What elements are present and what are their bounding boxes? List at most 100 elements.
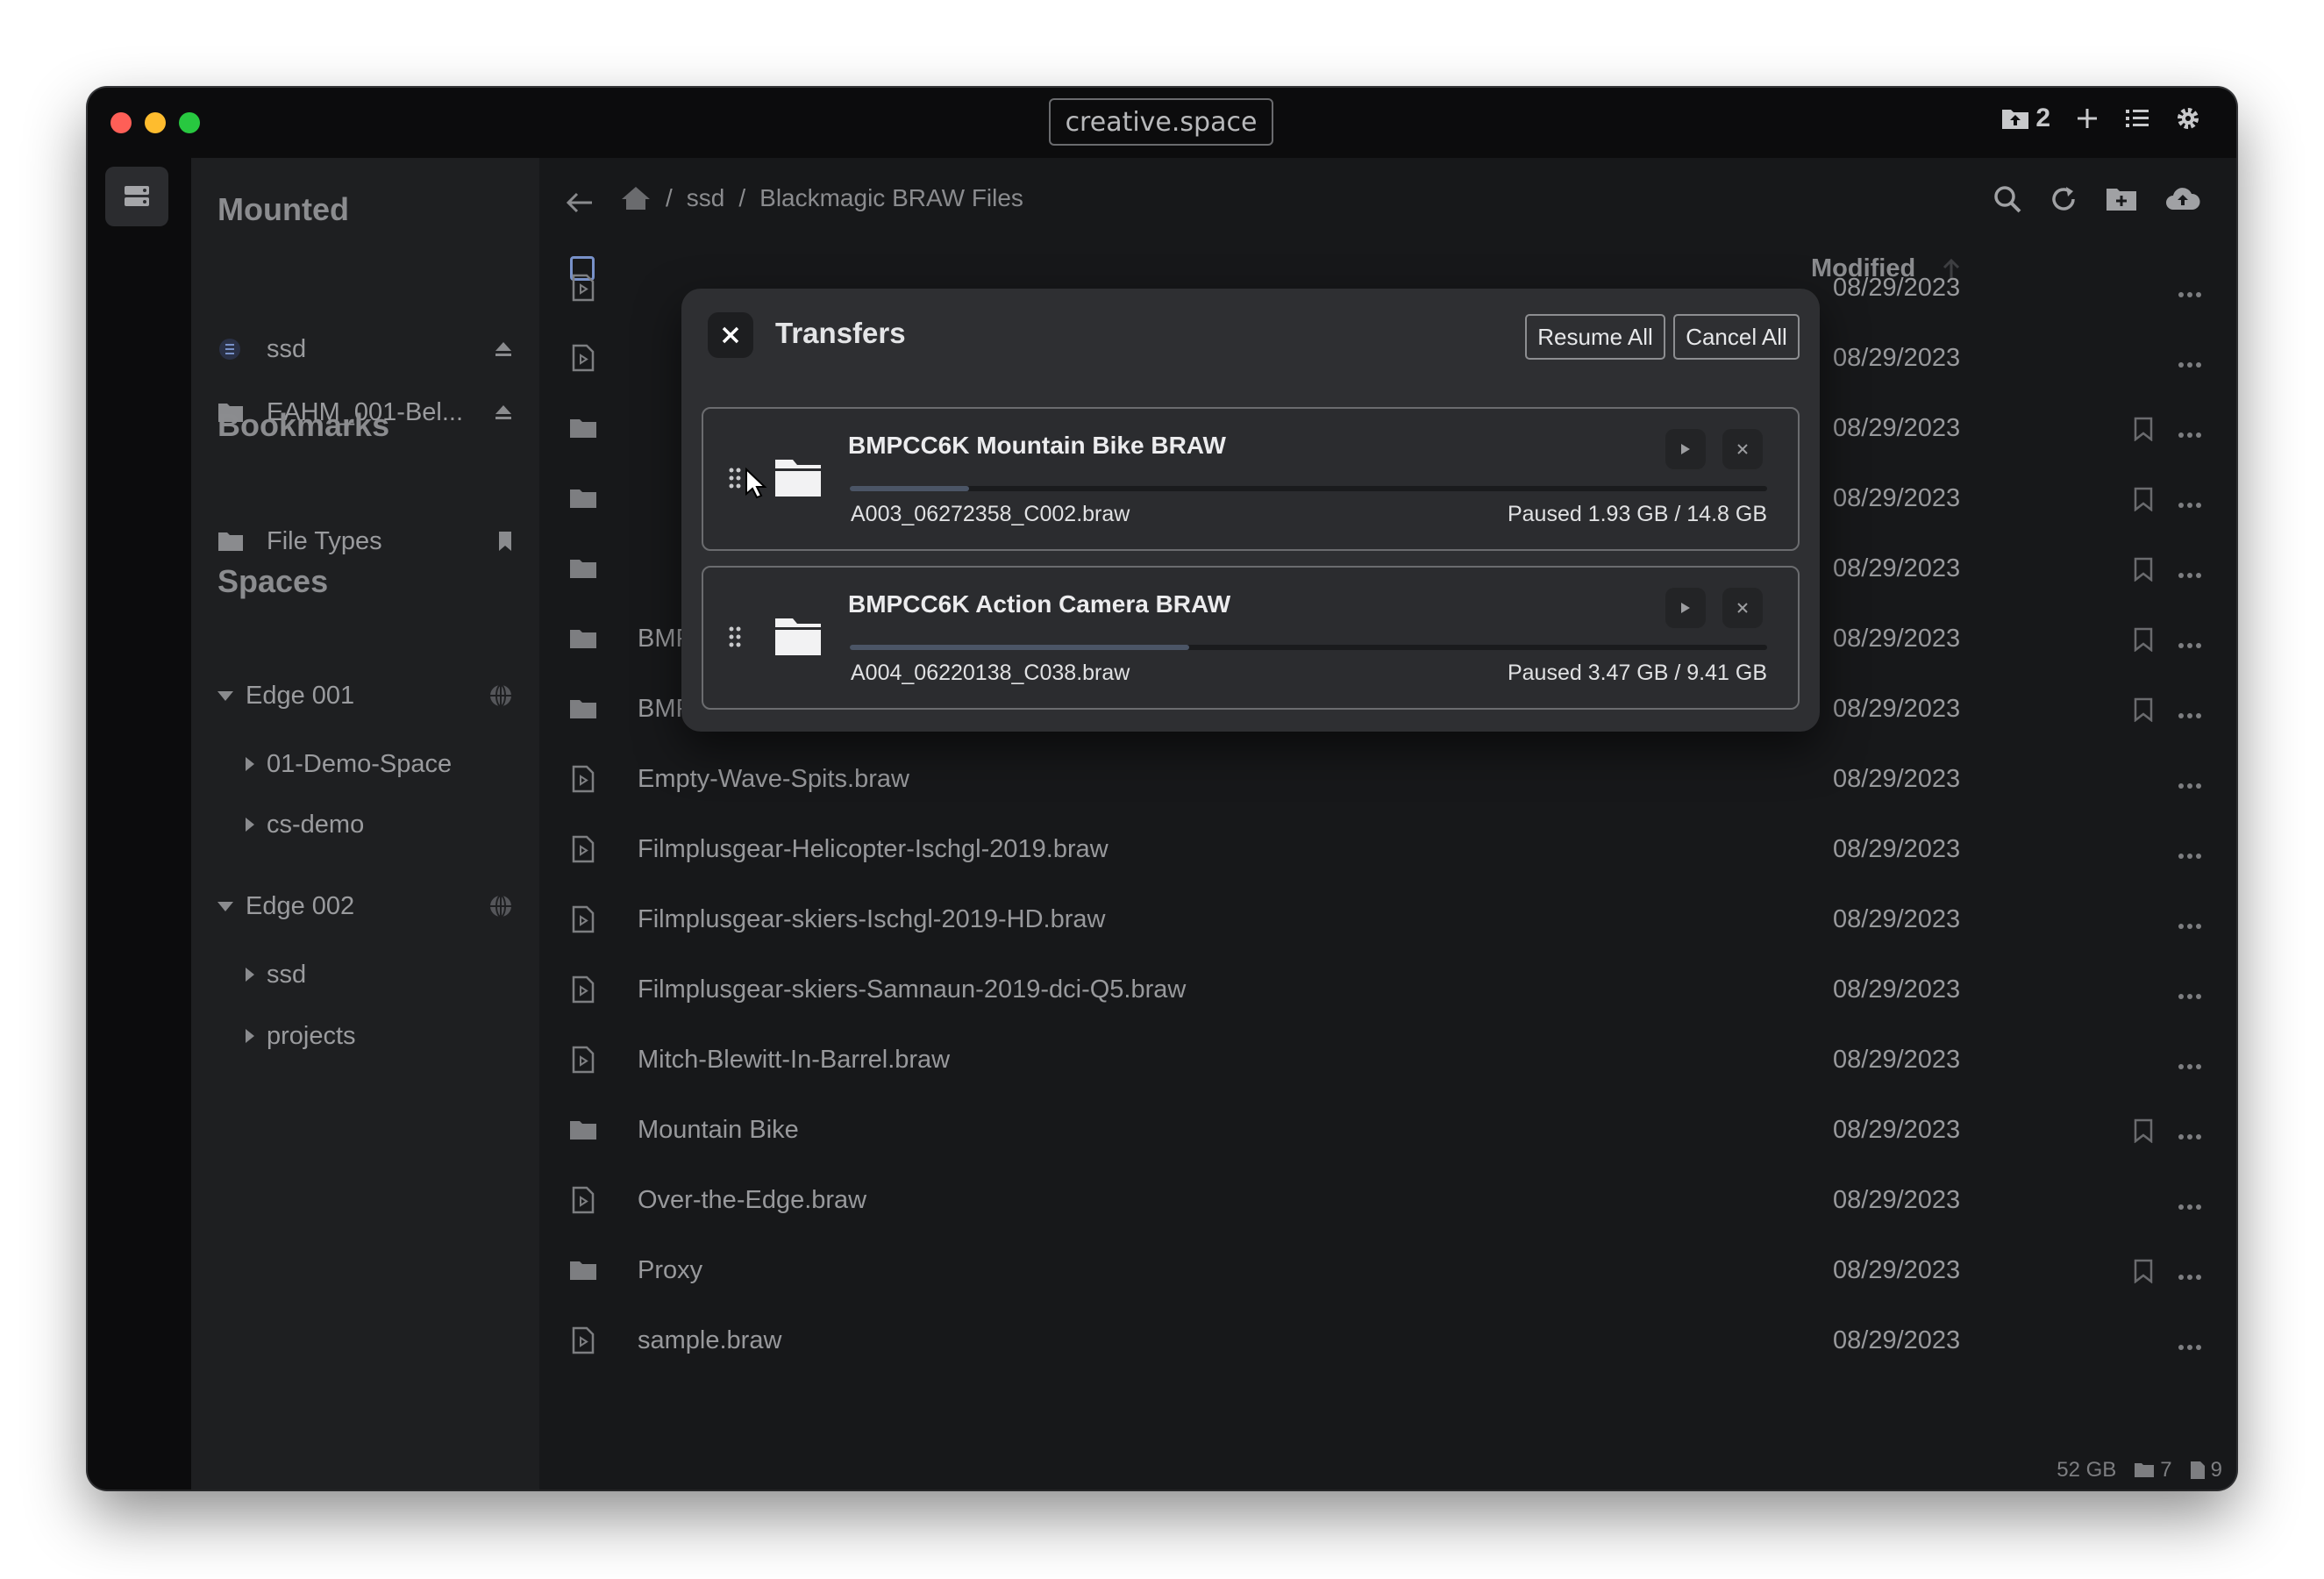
maximize-window-button[interactable] <box>179 112 200 133</box>
table-row[interactable]: Mitch-Blewitt-In-Barrel.braw 08/29/2023 <box>566 1029 2201 1090</box>
sidebar: Mounted ssd EAHM_001-Bel... Bookmarks Fi… <box>191 158 539 1490</box>
gear-icon[interactable] <box>2175 105 2201 132</box>
folder-icon <box>775 618 821 655</box>
file-name: Empty-Wave-Spits.braw <box>638 764 909 793</box>
expand-caret-icon[interactable] <box>246 1029 254 1043</box>
file-count: 9 <box>2190 1458 2222 1483</box>
table-row[interactable]: sample.braw 08/29/2023 <box>566 1310 2201 1371</box>
home-icon[interactable] <box>620 185 652 211</box>
bookmark-toggle[interactable] <box>2134 697 2153 726</box>
file-name: Filmplusgear-Helicopter-Ischgl-2019.braw <box>638 834 1109 863</box>
sidebar-item-01-demo-space[interactable]: 01-Demo-Space <box>246 742 513 786</box>
resume-transfer-button[interactable] <box>1665 588 1706 628</box>
sidebar-item-edge-002[interactable]: Edge 002 <box>217 884 513 928</box>
more-actions-button[interactable] <box>2178 847 2201 863</box>
bookmark-toggle[interactable] <box>2134 1259 2153 1288</box>
table-row[interactable]: Over-the-Edge.braw 08/29/2023 <box>566 1169 2201 1231</box>
progress-fill <box>850 486 969 491</box>
icon-rail <box>88 158 191 1490</box>
play-icon <box>1681 603 1690 613</box>
bookmark-icon <box>2134 557 2153 582</box>
more-actions-button[interactable] <box>2178 707 2201 723</box>
more-actions-button[interactable] <box>2178 1268 2201 1284</box>
resume-transfer-button[interactable] <box>1665 429 1706 469</box>
transfers-button[interactable]: 2 <box>2000 104 2050 133</box>
sidebar-item-label: ssd <box>267 960 307 989</box>
sidebar-item-ssd[interactable]: ssd <box>217 327 513 371</box>
table-row[interactable]: Filmplusgear-skiers-Samnaun-2019-dci-Q5.… <box>566 959 2201 1020</box>
table-row[interactable]: Filmplusgear-skiers-Ischgl-2019-HD.braw 0… <box>566 889 2201 950</box>
bookmark-toggle[interactable] <box>2134 417 2153 446</box>
transfers-dialog: Transfers Resume All Cancel All BMPCC6K … <box>681 289 1820 732</box>
more-actions-button[interactable] <box>2178 1128 2201 1144</box>
close-window-button[interactable] <box>110 112 132 133</box>
bookmark-toggle[interactable] <box>2134 487 2153 516</box>
refresh-icon[interactable] <box>2049 184 2078 214</box>
more-actions-button[interactable] <box>2178 777 2201 793</box>
plus-icon[interactable] <box>2075 106 2099 131</box>
file-type-icon <box>566 835 601 863</box>
file-modified-date: 08/29/2023 <box>1833 1325 1961 1354</box>
file-modified-date: 08/29/2023 <box>1833 694 1961 723</box>
minimize-window-button[interactable] <box>145 112 166 133</box>
more-actions-button[interactable] <box>2178 1339 2201 1354</box>
cancel-transfer-button[interactable] <box>1722 429 1763 469</box>
breadcrumb-current: Blackmagic BRAW Files <box>759 184 1023 211</box>
bookmark-toggle[interactable] <box>2134 627 2153 656</box>
drag-handle-icon[interactable] <box>728 625 742 648</box>
cancel-transfer-button[interactable] <box>1722 588 1763 628</box>
eject-icon[interactable] <box>494 340 513 358</box>
drag-handle-icon[interactable] <box>728 467 742 489</box>
sidebar-item-ssd-child[interactable]: ssd <box>246 953 513 997</box>
cloud-upload-icon[interactable] <box>2164 185 2201 213</box>
expand-caret-icon[interactable] <box>217 901 233 911</box>
sidebar-item-label: Edge 002 <box>246 891 355 920</box>
title-toolbar: 2 <box>2000 104 2201 133</box>
bookmark-toggle[interactable] <box>2134 557 2153 586</box>
expand-caret-icon[interactable] <box>246 757 254 771</box>
more-actions-button[interactable] <box>2178 426 2201 442</box>
close-transfers-button[interactable] <box>708 312 753 358</box>
file-type-icon <box>566 487 601 510</box>
video-file-icon <box>572 1186 595 1214</box>
transfer-status: Paused 1.93 GB / 14.8 GB <box>1507 502 1767 526</box>
bookmark-toggle[interactable] <box>2134 1118 2153 1147</box>
table-row[interactable]: Filmplusgear-Helicopter-Ischgl-2019.braw… <box>566 818 2201 880</box>
transfer-item: BMPCC6K Action Camera BRAW A004_06220138… <box>702 566 1800 710</box>
more-actions-button[interactable] <box>2178 1058 2201 1074</box>
more-actions-button[interactable] <box>2178 286 2201 302</box>
more-actions-button[interactable] <box>2178 356 2201 372</box>
window-title: creative.space <box>1049 98 1273 146</box>
close-icon <box>1737 603 1748 613</box>
more-actions-button[interactable] <box>2178 567 2201 582</box>
resume-all-button[interactable]: Resume All <box>1525 314 1665 360</box>
eject-icon[interactable] <box>494 404 513 421</box>
more-icon <box>2178 362 2201 368</box>
cancel-all-button[interactable]: Cancel All <box>1673 314 1800 360</box>
more-icon <box>2178 854 2201 859</box>
expand-caret-icon[interactable] <box>246 818 254 832</box>
sidebar-item-file-types[interactable]: File Types <box>217 519 513 563</box>
sidebar-item-cs-demo[interactable]: cs-demo <box>246 803 513 847</box>
search-icon[interactable] <box>1993 184 2022 214</box>
more-actions-button[interactable] <box>2178 918 2201 933</box>
more-actions-button[interactable] <box>2178 497 2201 512</box>
sidebar-item-edge-001[interactable]: Edge 001 <box>217 674 513 718</box>
table-row[interactable]: Mountain Bike 08/29/2023 <box>566 1099 2201 1161</box>
bookmark-icon[interactable] <box>497 531 513 552</box>
table-row[interactable]: Proxy 08/29/2023 <box>566 1240 2201 1301</box>
servers-button[interactable] <box>105 167 168 226</box>
expand-caret-icon[interactable] <box>246 968 254 982</box>
table-row[interactable]: Empty-Wave-Spits.braw 08/29/2023 <box>566 748 2201 810</box>
file-type-icon <box>566 1326 601 1354</box>
back-arrow-icon[interactable] <box>566 191 594 214</box>
more-actions-button[interactable] <box>2178 1198 2201 1214</box>
more-actions-button[interactable] <box>2178 637 2201 653</box>
breadcrumb-ssd[interactable]: ssd <box>687 184 725 212</box>
sidebar-item-projects[interactable]: projects <box>246 1014 513 1058</box>
expand-caret-icon[interactable] <box>217 690 233 701</box>
transfers-title: Transfers <box>775 317 906 349</box>
new-folder-icon[interactable] <box>2105 185 2138 213</box>
list-icon[interactable] <box>2124 106 2150 131</box>
more-actions-button[interactable] <box>2178 988 2201 1004</box>
